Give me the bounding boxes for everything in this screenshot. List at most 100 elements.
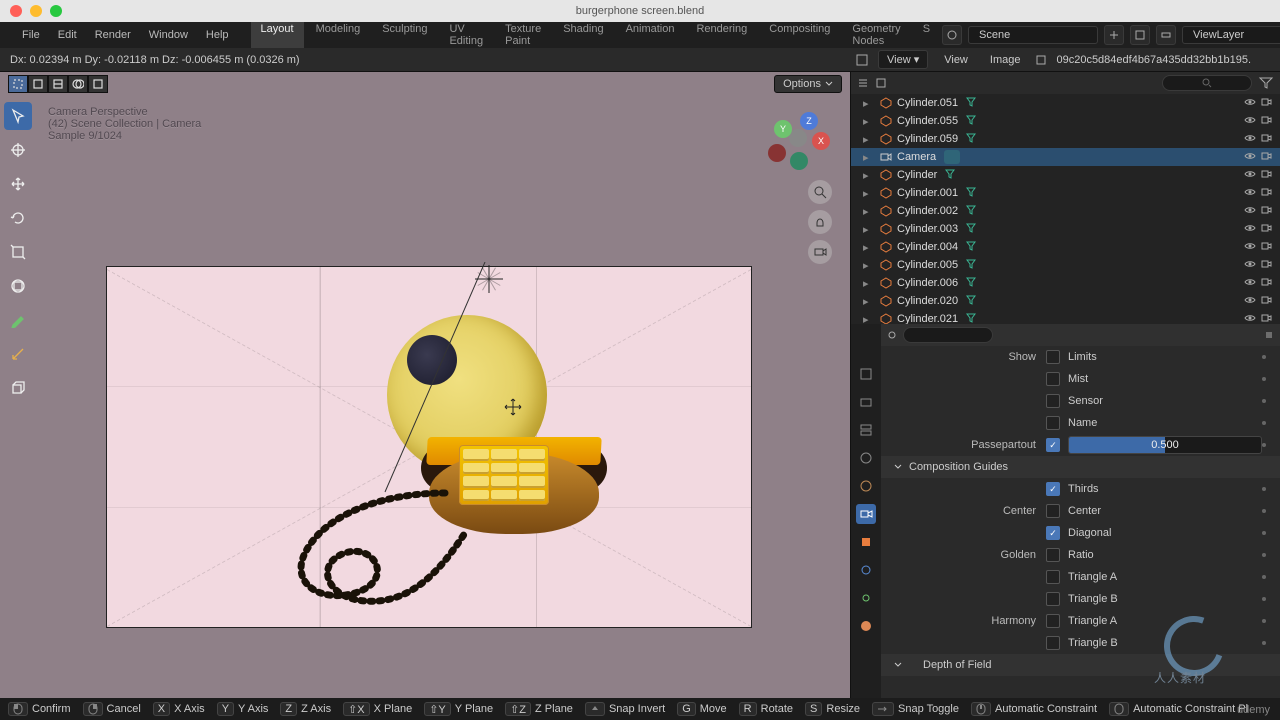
- tool-scale[interactable]: [4, 238, 32, 266]
- options-dropdown[interactable]: Options: [774, 75, 842, 93]
- outliner-row[interactable]: ▸Cylinder.005: [851, 256, 1280, 274]
- tria-checkbox[interactable]: [1046, 570, 1060, 584]
- tool-transform[interactable]: [4, 272, 32, 300]
- 3d-viewport[interactable]: Options Camera Perspective (42) Scene Co…: [0, 72, 850, 698]
- tab-render[interactable]: [856, 364, 876, 384]
- scene-field[interactable]: Scene: [968, 26, 1098, 44]
- renderable-icon[interactable]: [1260, 114, 1274, 128]
- display-mode-icon[interactable]: [875, 77, 887, 89]
- harmb-checkbox[interactable]: [1046, 636, 1060, 650]
- section-comp-guides[interactable]: Composition Guides: [881, 456, 1280, 478]
- passepartout-slider[interactable]: 0.500: [1068, 436, 1262, 454]
- visibility-icon[interactable]: [1244, 114, 1258, 128]
- select-intersect-icon[interactable]: [68, 75, 88, 93]
- tab-world[interactable]: [856, 476, 876, 496]
- tab-layout[interactable]: Layout: [251, 19, 304, 51]
- disclosure-icon[interactable]: ▸: [863, 277, 873, 290]
- renderable-icon[interactable]: [1260, 150, 1274, 164]
- trib-checkbox[interactable]: [1046, 592, 1060, 606]
- gizmo-center[interactable]: [789, 129, 807, 147]
- tab-compositing[interactable]: Compositing: [759, 19, 840, 51]
- props-search[interactable]: [903, 327, 993, 343]
- renderable-icon[interactable]: [1260, 204, 1274, 218]
- outliner-row[interactable]: ▸Camera: [851, 148, 1280, 166]
- outliner-row[interactable]: ▸Cylinder.055: [851, 112, 1280, 130]
- menu-render[interactable]: Render: [87, 26, 139, 44]
- viewlayer-icon[interactable]: [1156, 25, 1176, 45]
- outliner-row[interactable]: ▸Cylinder: [851, 166, 1280, 184]
- disclosure-icon[interactable]: ▸: [863, 259, 873, 272]
- outliner-row[interactable]: ▸Cylinder.006: [851, 274, 1280, 292]
- tool-select[interactable]: [4, 102, 32, 130]
- editor-type-icon[interactable]: [856, 54, 868, 66]
- tab-scene[interactable]: [856, 448, 876, 468]
- outliner-row[interactable]: ▸Cylinder.020: [851, 292, 1280, 310]
- gizmo-x[interactable]: X: [812, 132, 830, 150]
- visibility-icon[interactable]: [1244, 204, 1258, 218]
- disclosure-icon[interactable]: ▸: [863, 97, 873, 110]
- tab-animation[interactable]: Animation: [616, 19, 685, 51]
- maximize-icon[interactable]: [50, 5, 62, 17]
- disclosure-icon[interactable]: ▸: [863, 205, 873, 218]
- outliner-editor-icon[interactable]: [857, 77, 869, 89]
- select-extend-icon[interactable]: [28, 75, 48, 93]
- tab-shading[interactable]: Shading: [553, 19, 613, 51]
- outliner-row[interactable]: ▸Cylinder.001: [851, 184, 1280, 202]
- tab-object[interactable]: [856, 532, 876, 552]
- limits-checkbox[interactable]: [1046, 350, 1060, 364]
- tool-addcube[interactable]: [4, 374, 32, 402]
- tab-geometrynodes[interactable]: Geometry Nodes: [842, 19, 910, 51]
- disclosure-icon[interactable]: ▸: [863, 241, 873, 254]
- renderable-icon[interactable]: [1260, 168, 1274, 182]
- close-icon[interactable]: [10, 5, 22, 17]
- nav-gizmo[interactable]: X Y Z: [768, 108, 828, 168]
- center-checkbox[interactable]: [1046, 504, 1060, 518]
- disclosure-icon[interactable]: ▸: [863, 169, 873, 182]
- renderable-icon[interactable]: [1260, 276, 1274, 290]
- gizmo-z[interactable]: Z: [800, 112, 818, 130]
- disclosure-icon[interactable]: ▸: [863, 133, 873, 146]
- tab-texturepaint[interactable]: Texture Paint: [495, 19, 551, 51]
- menu-file[interactable]: File: [14, 26, 48, 44]
- menu-window[interactable]: Window: [141, 26, 196, 44]
- renderable-icon[interactable]: [1260, 132, 1274, 146]
- zoom-icon[interactable]: [808, 180, 832, 204]
- tab-constraints[interactable]: [856, 588, 876, 608]
- mist-checkbox[interactable]: [1046, 372, 1060, 386]
- disclosure-icon[interactable]: ▸: [863, 295, 873, 308]
- renderable-icon[interactable]: [1260, 240, 1274, 254]
- tool-measure[interactable]: [4, 340, 32, 368]
- image-datablock[interactable]: 09c20c5d84edf4b67a435dd32bb1b195.: [1056, 54, 1274, 66]
- visibility-icon[interactable]: [1244, 186, 1258, 200]
- visibility-icon[interactable]: [1244, 150, 1258, 164]
- visibility-icon[interactable]: [1244, 168, 1258, 182]
- outliner-tree[interactable]: ▸Cylinder.051▸Cylinder.055▸Cylinder.059▸…: [851, 94, 1280, 328]
- tool-annotate[interactable]: [4, 306, 32, 334]
- tab-sculpting[interactable]: Sculpting: [372, 19, 437, 51]
- view-menu[interactable]: View: [938, 52, 974, 68]
- select-invert-icon[interactable]: [88, 75, 108, 93]
- gizmo-neg-y[interactable]: [790, 152, 808, 170]
- visibility-icon[interactable]: [1244, 222, 1258, 236]
- image-menu[interactable]: Image: [984, 52, 1027, 68]
- tool-rotate[interactable]: [4, 204, 32, 232]
- disclosure-icon[interactable]: ▸: [863, 151, 873, 164]
- filter-icon[interactable]: [1258, 75, 1274, 91]
- tab-viewlayer[interactable]: [856, 420, 876, 440]
- disclosure-icon[interactable]: ▸: [863, 187, 873, 200]
- tab-rendering[interactable]: Rendering: [686, 19, 757, 51]
- tab-more[interactable]: S: [913, 19, 940, 51]
- outliner-row[interactable]: ▸Cylinder.003: [851, 220, 1280, 238]
- thirds-checkbox[interactable]: [1046, 482, 1060, 496]
- menu-edit[interactable]: Edit: [50, 26, 85, 44]
- visibility-icon[interactable]: [1244, 132, 1258, 146]
- outliner-row[interactable]: ▸Cylinder.002: [851, 202, 1280, 220]
- minimize-icon[interactable]: [30, 5, 42, 17]
- section-dof[interactable]: Depth of Field: [881, 654, 1280, 676]
- select-subtract-icon[interactable]: [48, 75, 68, 93]
- outliner-row[interactable]: ▸Cylinder.004: [851, 238, 1280, 256]
- ratio-checkbox[interactable]: [1046, 548, 1060, 562]
- renderable-icon[interactable]: [1260, 186, 1274, 200]
- view-dropdown[interactable]: View ▾: [878, 50, 928, 69]
- outliner[interactable]: ▸Cylinder.051▸Cylinder.055▸Cylinder.059▸…: [850, 72, 1280, 324]
